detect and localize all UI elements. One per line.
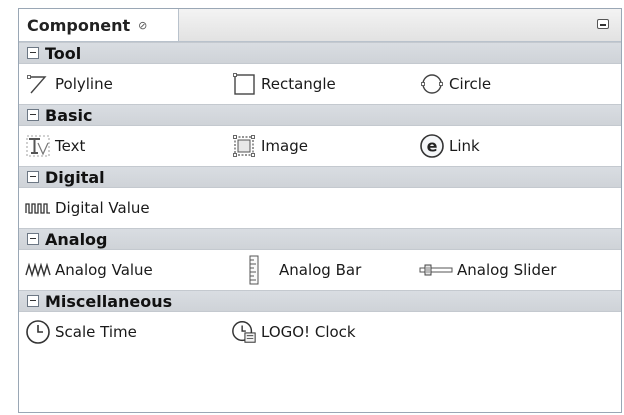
- component-analog-slider[interactable]: Analog Slider: [419, 250, 556, 290]
- component-label: Scale Time: [55, 323, 137, 341]
- component-circle[interactable]: Circle: [419, 64, 491, 104]
- minimize-button[interactable]: [597, 19, 609, 29]
- circle-icon: [419, 71, 445, 97]
- component-label: Analog Value: [55, 261, 153, 279]
- component-image[interactable]: Image: [231, 126, 308, 166]
- analog-slider-icon: [419, 257, 453, 283]
- section-title: Analog: [45, 229, 108, 249]
- component-label: LOGO! Clock: [261, 323, 356, 341]
- section-header-analog[interactable]: Analog: [19, 228, 621, 250]
- component-label: Polyline: [55, 75, 113, 93]
- component-label: Circle: [449, 75, 492, 93]
- svg-text:e: e: [427, 137, 438, 156]
- tab-close-icon[interactable]: ⊘: [138, 20, 147, 31]
- component-label: Analog Bar: [279, 261, 362, 279]
- tab-label: Component: [27, 15, 131, 35]
- collapse-icon[interactable]: [27, 295, 39, 307]
- section-row-tool: Polyline Rectangle Circle: [19, 64, 621, 104]
- rectangle-icon: [231, 71, 257, 97]
- text-icon: [25, 133, 51, 159]
- component-label: Link: [449, 137, 480, 155]
- component-text[interactable]: Text: [25, 126, 85, 166]
- component-label: Text: [55, 137, 86, 155]
- component-label: Analog Slider: [457, 261, 557, 279]
- digital-value-icon: [25, 195, 51, 221]
- section-row-analog: Analog Value Analog Bar Analog Slider: [19, 250, 621, 290]
- panel-tabbar: Component ⊘: [19, 9, 621, 42]
- link-icon: e: [419, 133, 445, 159]
- section-header-miscellaneous[interactable]: Miscellaneous: [19, 290, 621, 312]
- section-title: Miscellaneous: [45, 291, 173, 311]
- section-header-tool[interactable]: Tool: [19, 42, 621, 64]
- component-panel: Component ⊘ Tool Polyline Rectangle Circ…: [18, 8, 622, 413]
- image-icon: [231, 133, 257, 159]
- section-header-basic[interactable]: Basic: [19, 104, 621, 126]
- section-row-miscellaneous: Scale Time LOGO! Clock: [19, 312, 621, 352]
- component-label: Rectangle: [261, 75, 336, 93]
- polyline-icon: [25, 71, 51, 97]
- section-header-digital[interactable]: Digital: [19, 166, 621, 188]
- component-label: Image: [261, 137, 308, 155]
- section-title: Digital: [45, 167, 105, 187]
- component-digital-value[interactable]: Digital Value: [25, 188, 150, 228]
- component-link[interactable]: e Link: [419, 126, 480, 166]
- collapse-icon[interactable]: [27, 47, 39, 59]
- logo-clock-icon: [231, 319, 257, 345]
- collapse-icon[interactable]: [27, 171, 39, 183]
- component-rectangle[interactable]: Rectangle: [231, 64, 336, 104]
- component-label: Digital Value: [55, 199, 150, 217]
- section-row-digital: Digital Value: [19, 188, 621, 228]
- component-analog-value[interactable]: Analog Value: [25, 250, 153, 290]
- section-title: Basic: [45, 105, 93, 125]
- component-scale-time[interactable]: Scale Time: [25, 312, 137, 352]
- collapse-icon[interactable]: [27, 109, 39, 121]
- analog-value-icon: [25, 257, 51, 283]
- component-polyline[interactable]: Polyline: [25, 64, 113, 104]
- section-row-basic: Text Image e Link: [19, 126, 621, 166]
- collapse-icon[interactable]: [27, 233, 39, 245]
- analog-bar-icon: [241, 255, 267, 285]
- scale-time-icon: [25, 319, 51, 345]
- component-logo-clock[interactable]: LOGO! Clock: [231, 312, 356, 352]
- tab-component[interactable]: Component ⊘: [19, 9, 179, 41]
- component-analog-bar[interactable]: Analog Bar: [231, 250, 361, 290]
- section-title: Tool: [45, 43, 82, 63]
